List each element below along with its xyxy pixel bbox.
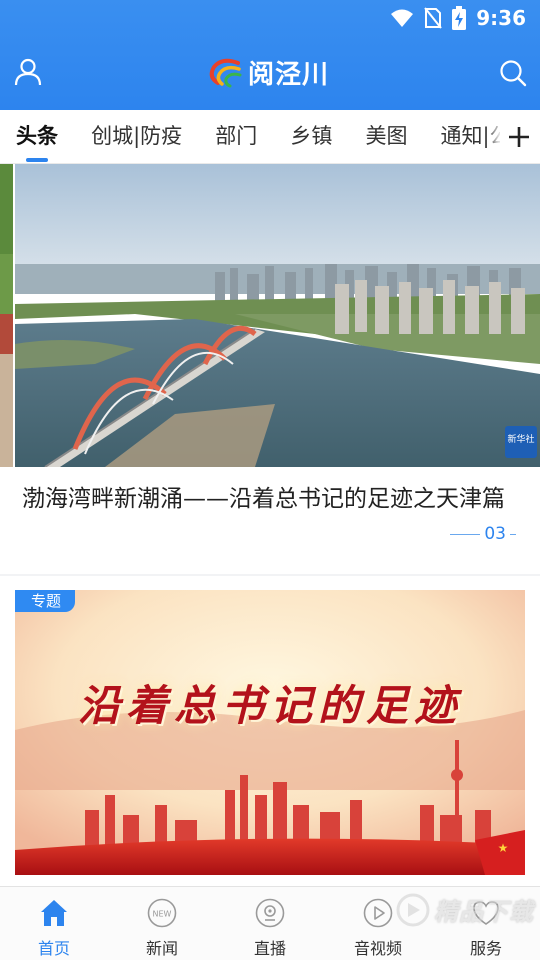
channel-tabs: 头条 创城|防疫 部门 乡镇 美图 通知|公 bbox=[0, 110, 540, 164]
slide-index: 03 bbox=[484, 524, 506, 544]
user-profile-icon[interactable] bbox=[14, 58, 42, 86]
nav-news-label: 新闻 bbox=[145, 939, 178, 958]
app-title: 阅泾川 bbox=[248, 60, 330, 90]
nav-news[interactable]: NEW 新闻 bbox=[108, 887, 216, 960]
tab-towns[interactable]: 乡镇 bbox=[276, 110, 346, 164]
news-icon: NEW bbox=[147, 898, 177, 928]
headline-carousel[interactable]: 新华社 渤海湾畔新潮涌——沿着总书记的足迹之天津篇 03 bbox=[0, 164, 540, 574]
nav-live-label: 直播 bbox=[253, 939, 286, 958]
topic-tag: 专题 bbox=[15, 590, 76, 612]
tab-photos[interactable]: 美图 bbox=[351, 110, 421, 164]
xinhua-badge: 新华社 bbox=[507, 433, 534, 445]
status-icons: 9:36 bbox=[390, 6, 526, 30]
nav-home[interactable]: 首页 bbox=[0, 887, 108, 960]
channel-tab-list[interactable]: 头条 创城|防疫 部门 乡镇 美图 通知|公 bbox=[0, 110, 500, 164]
flag-star-icon: ★ bbox=[498, 841, 509, 855]
nav-live[interactable]: 直播 bbox=[216, 887, 324, 960]
status-time: 9:36 bbox=[476, 6, 526, 30]
tab-departments[interactable]: 部门 bbox=[201, 110, 271, 164]
watermark-logo-icon bbox=[396, 893, 430, 926]
feature-title: 沿着总书记的足迹 bbox=[77, 681, 462, 730]
indicator-line bbox=[450, 533, 481, 535]
search-icon[interactable] bbox=[498, 58, 528, 88]
home-icon bbox=[41, 900, 67, 926]
previous-slide-peek[interactable] bbox=[0, 164, 13, 467]
battery-charging-icon bbox=[452, 6, 467, 30]
app-logo: 阅泾川 bbox=[208, 54, 329, 91]
feature-card[interactable]: ★ 沿着总书记的足迹 专题 bbox=[0, 576, 540, 886]
app-bar: 阅泾川 bbox=[0, 40, 540, 106]
watermark-text: 精品下载 bbox=[434, 898, 534, 926]
previous-slide-image bbox=[0, 164, 13, 467]
status-bar: 9:36 bbox=[0, 0, 540, 38]
plus-icon[interactable] bbox=[504, 122, 534, 152]
play-icon bbox=[363, 898, 393, 928]
site-watermark: 精品下载 bbox=[396, 892, 534, 927]
nav-media-label: 音视频 bbox=[353, 939, 402, 958]
slide-indicator: 03 bbox=[450, 524, 516, 544]
indicator-tail bbox=[510, 533, 516, 535]
svg-text:NEW: NEW bbox=[153, 910, 172, 919]
current-slide[interactable]: 新华社 bbox=[15, 164, 540, 467]
bridge-photo: 新华社 bbox=[15, 164, 540, 467]
app-header: 9:36 阅泾川 bbox=[0, 0, 540, 110]
nav-service-label: 服务 bbox=[469, 939, 502, 958]
no-sim-icon bbox=[424, 7, 443, 29]
live-icon bbox=[255, 898, 285, 928]
wifi-icon bbox=[391, 9, 414, 27]
slide-caption[interactable]: 渤海湾畔新潮涌——沿着总书记的足迹之天津篇 bbox=[22, 482, 522, 516]
tab-notices[interactable]: 通知|公 bbox=[427, 110, 500, 164]
nav-home-label: 首页 bbox=[37, 939, 70, 958]
tab-headlines[interactable]: 头条 bbox=[0, 110, 72, 164]
feature-banner[interactable]: ★ 沿着总书记的足迹 bbox=[15, 590, 525, 875]
app-logo-mark bbox=[209, 58, 242, 87]
tab-civilization-epidemic[interactable]: 创城|防疫 bbox=[77, 110, 196, 164]
